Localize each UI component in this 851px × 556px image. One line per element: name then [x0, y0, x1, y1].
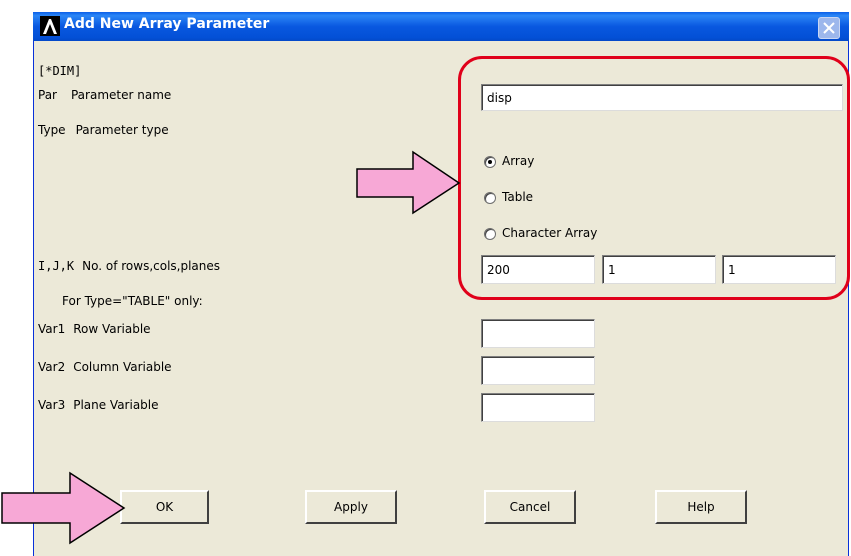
row-variable-input[interactable]	[481, 319, 595, 348]
dims-label: I,J,K No. of rows,cols,planes	[38, 259, 221, 273]
type-label: Type Parameter type	[38, 123, 169, 137]
apply-button[interactable]: Apply	[305, 490, 397, 524]
close-icon	[823, 22, 835, 34]
cancel-button[interactable]: Cancel	[484, 490, 576, 524]
command-label: [*DIM]	[38, 64, 82, 78]
close-button[interactable]	[818, 17, 840, 39]
plane-variable-input[interactable]	[481, 393, 595, 422]
highlight-outline	[458, 56, 850, 300]
par-label: Par Parameter name	[38, 88, 172, 102]
help-button[interactable]: Help	[655, 490, 747, 524]
pointer-arrow-icon	[1, 471, 126, 545]
pointer-arrow-icon	[356, 150, 461, 215]
column-variable-input[interactable]	[481, 356, 595, 385]
var1-label: Var1 Row Variable	[38, 322, 151, 336]
ok-button[interactable]: OK	[120, 490, 209, 524]
table-note: For Type="TABLE" only:	[62, 294, 203, 308]
window-title: Add New Array Parameter	[64, 16, 270, 32]
var2-label: Var2 Column Variable	[38, 360, 172, 374]
var3-label: Var3 Plane Variable	[38, 398, 159, 412]
ansys-logo-icon	[40, 16, 60, 36]
